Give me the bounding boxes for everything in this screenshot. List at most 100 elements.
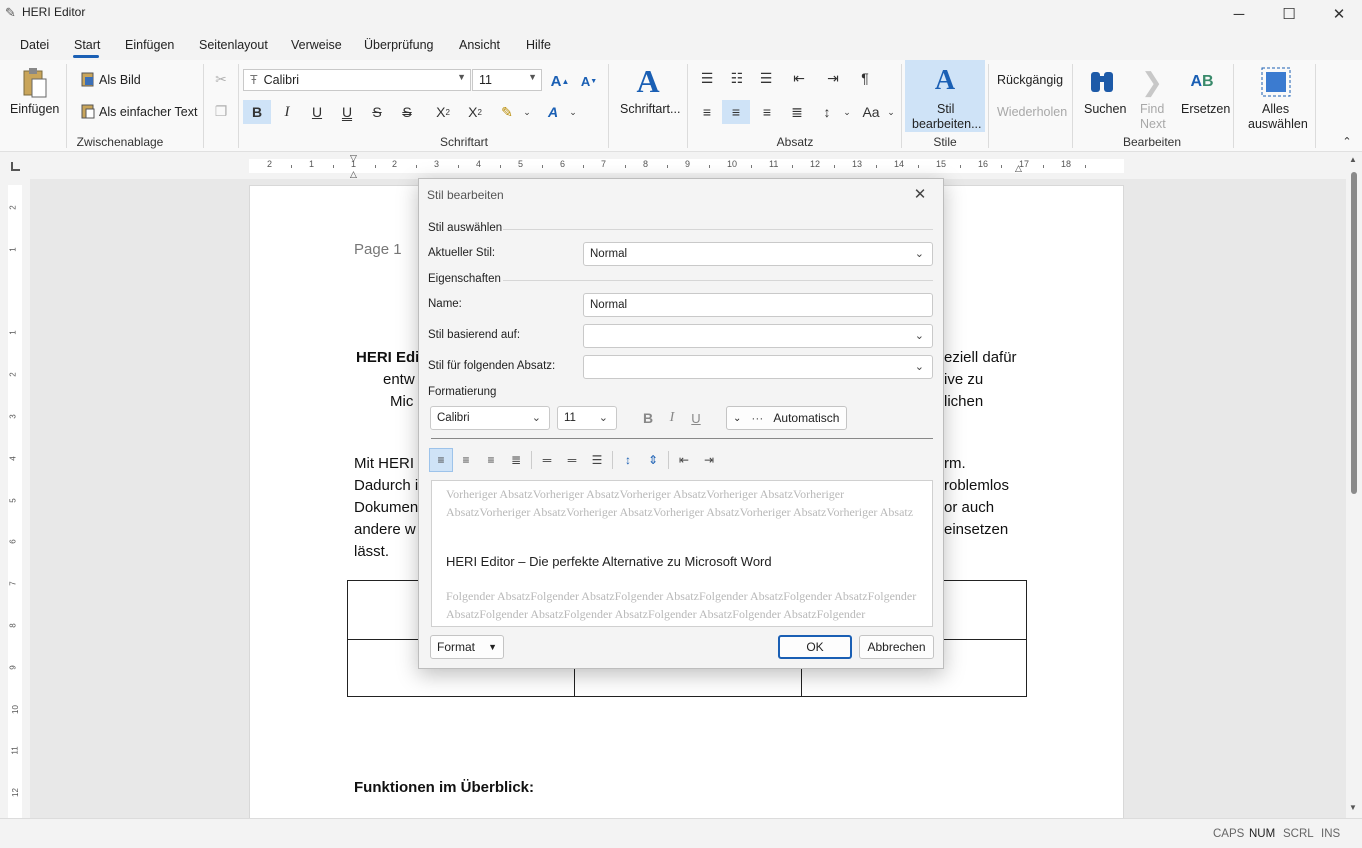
select-all-label-1[interactable]: Alles: [1262, 102, 1289, 116]
name-label: Name:: [428, 298, 462, 310]
pilcrow-icon[interactable]: ¶: [855, 68, 875, 88]
dialog-underline-button[interactable]: U: [684, 406, 708, 430]
replace-button[interactable]: Ersetzen: [1181, 102, 1230, 116]
next-style-select[interactable]: ⌄: [583, 355, 933, 379]
ruler-tick-mark: [1043, 165, 1044, 168]
ruler-tick-label: 3: [434, 159, 440, 169]
find-next-label-1[interactable]: Find: [1140, 102, 1164, 116]
dialog-size-select[interactable]: 11 ⌄: [557, 406, 617, 430]
font-family-combo[interactable]: Ŧ Calibri ▼: [243, 69, 471, 91]
chevron-down-icon[interactable]: ⌄: [840, 104, 854, 120]
hanging-indent-marker[interactable]: △: [350, 169, 360, 179]
menu-ueberpruefung[interactable]: Überprüfung: [364, 38, 434, 52]
select-all-label-2[interactable]: auswählen: [1248, 117, 1308, 131]
scroll-down-icon[interactable]: ▼: [1349, 803, 1357, 812]
ruler-tick-label: 1: [309, 159, 315, 169]
format-menu-button[interactable]: Format ▼: [430, 635, 504, 659]
ruler-tick-mark: [458, 165, 459, 168]
minimize-icon[interactable]: ─: [1216, 0, 1262, 28]
shrink-font-icon[interactable]: A ▼: [580, 72, 598, 90]
ruler-ticks: 2 1 1 2 3 4 5 6 7 8 9 10 11 12 13 14 15 16 17 18: [0, 153, 1362, 179]
right-indent-marker[interactable]: △: [1015, 163, 1025, 173]
align-right-icon[interactable]: ≡: [757, 100, 777, 124]
grow-font-icon[interactable]: A ▲: [550, 71, 570, 91]
copy-icon[interactable]: ❐: [212, 102, 230, 120]
search-button[interactable]: Suchen: [1084, 102, 1126, 116]
dialog-justify-icon[interactable]: ≣: [504, 448, 528, 472]
vertical-ruler[interactable]: 2 1 1 2 3 4 5 6 7 8 9 10 11 12: [0, 179, 30, 819]
find-next-label-2[interactable]: Next: [1140, 117, 1166, 131]
first-line-indent-marker[interactable]: ▽: [350, 154, 360, 163]
menu-einfuegen[interactable]: Einfügen: [125, 38, 174, 52]
change-case-icon[interactable]: Aa: [860, 100, 882, 124]
dialog-line-spacing-icon[interactable]: ↕: [616, 448, 640, 472]
dialog-double-spacing-icon[interactable]: ☰: [585, 448, 609, 472]
menu-verweise[interactable]: Verweise: [291, 38, 342, 52]
italic-button[interactable]: I: [276, 100, 298, 124]
undo-button[interactable]: Rückgängig: [997, 73, 1063, 87]
ok-button[interactable]: OK: [778, 635, 852, 659]
font-color-icon[interactable]: A: [542, 100, 564, 124]
font-size-combo[interactable]: 11 ▼: [472, 69, 542, 91]
dialog-align-right-icon[interactable]: ≡: [479, 448, 503, 472]
decrease-indent-icon[interactable]: ⇤: [789, 68, 809, 88]
close-icon[interactable]: ✕: [1316, 0, 1362, 28]
increase-indent-icon[interactable]: ⇥: [823, 68, 843, 88]
dialog-align-center-icon[interactable]: ≡: [454, 448, 478, 472]
dialog-font-select[interactable]: Calibri ⌄: [430, 406, 550, 430]
name-field[interactable]: Normal: [583, 293, 933, 317]
redo-button[interactable]: Wiederholen: [997, 105, 1067, 119]
separator: [531, 451, 532, 469]
dialog-bold-button[interactable]: B: [636, 406, 660, 430]
dialog-italic-button[interactable]: I: [660, 406, 684, 430]
menu-datei[interactable]: Datei: [20, 38, 49, 52]
align-left-icon[interactable]: ≡: [697, 100, 717, 124]
bold-button[interactable]: B: [243, 100, 271, 124]
subscript-button[interactable]: X2: [432, 100, 454, 124]
chevron-down-icon[interactable]: ⌄: [884, 104, 898, 120]
dialog-color-select[interactable]: ⌄ ··· Automatisch: [726, 406, 847, 430]
separator: [612, 451, 613, 469]
dialog-onehalf-spacing-icon[interactable]: ═: [560, 448, 584, 472]
numbered-list-icon[interactable]: ☷: [727, 68, 747, 88]
highlight-icon[interactable]: ✎: [496, 100, 518, 124]
dialog-paragraph-spacing-icon[interactable]: ⇕: [641, 448, 665, 472]
multilevel-list-icon[interactable]: ☰: [756, 68, 776, 88]
dialog-increase-indent-icon[interactable]: ⇥: [697, 448, 721, 472]
justify-icon[interactable]: ≣: [787, 100, 807, 124]
dialog-align-left-icon[interactable]: ≡: [429, 448, 453, 472]
scrollbar-thumb[interactable]: [1351, 172, 1357, 494]
menu-ansicht[interactable]: Ansicht: [459, 38, 500, 52]
chevron-down-icon: ⌄: [531, 412, 541, 424]
superscript-button[interactable]: X2: [464, 100, 486, 124]
based-on-select[interactable]: ⌄: [583, 324, 933, 348]
double-strikethrough-button[interactable]: S: [396, 100, 418, 124]
menu-start[interactable]: Start: [74, 38, 100, 52]
line-spacing-icon[interactable]: ↕: [817, 100, 837, 124]
scroll-up-icon[interactable]: ▲: [1349, 155, 1357, 164]
underline-button[interactable]: U: [306, 100, 328, 124]
paste-as-image-button[interactable]: Als Bild: [99, 73, 141, 87]
ruler-tick-label: 9: [8, 665, 18, 670]
chevron-down-icon[interactable]: ⌄: [566, 104, 580, 120]
close-icon[interactable]: ✕: [909, 185, 931, 205]
collapse-ribbon-icon[interactable]: ⌃: [1340, 134, 1354, 148]
cut-icon[interactable]: ✂: [212, 70, 230, 88]
double-underline-button[interactable]: U: [336, 100, 358, 124]
paste-as-text-button[interactable]: Als einfacher Text: [99, 105, 197, 119]
horizontal-ruler[interactable]: 2 1 1 2 3 4 5 6 7 8 9 10 11 12 13 14 15 16 17 18 ▽ △ △: [0, 153, 1362, 179]
bullet-list-icon[interactable]: ☰: [697, 68, 717, 88]
maximize-icon[interactable]: ☐: [1266, 0, 1312, 28]
current-style-select[interactable]: Normal ⌄: [583, 242, 933, 266]
strikethrough-button[interactable]: S: [366, 100, 388, 124]
chevron-down-icon[interactable]: ⌄: [520, 104, 534, 120]
cancel-button[interactable]: Abbrechen: [859, 635, 934, 659]
align-center-icon[interactable]: ≡: [722, 100, 750, 124]
dialog-decrease-indent-icon[interactable]: ⇤: [672, 448, 696, 472]
menu-seitenlayout[interactable]: Seitenlayout: [199, 38, 268, 52]
font-dialog-button[interactable]: Schriftart...: [620, 102, 680, 116]
preview-text: HERI Editor – Die perfekte Alternative z…: [446, 554, 772, 569]
paste-button[interactable]: Einfügen: [10, 102, 59, 116]
menu-hilfe[interactable]: Hilfe: [526, 38, 551, 52]
dialog-single-spacing-icon[interactable]: ═: [535, 448, 559, 472]
